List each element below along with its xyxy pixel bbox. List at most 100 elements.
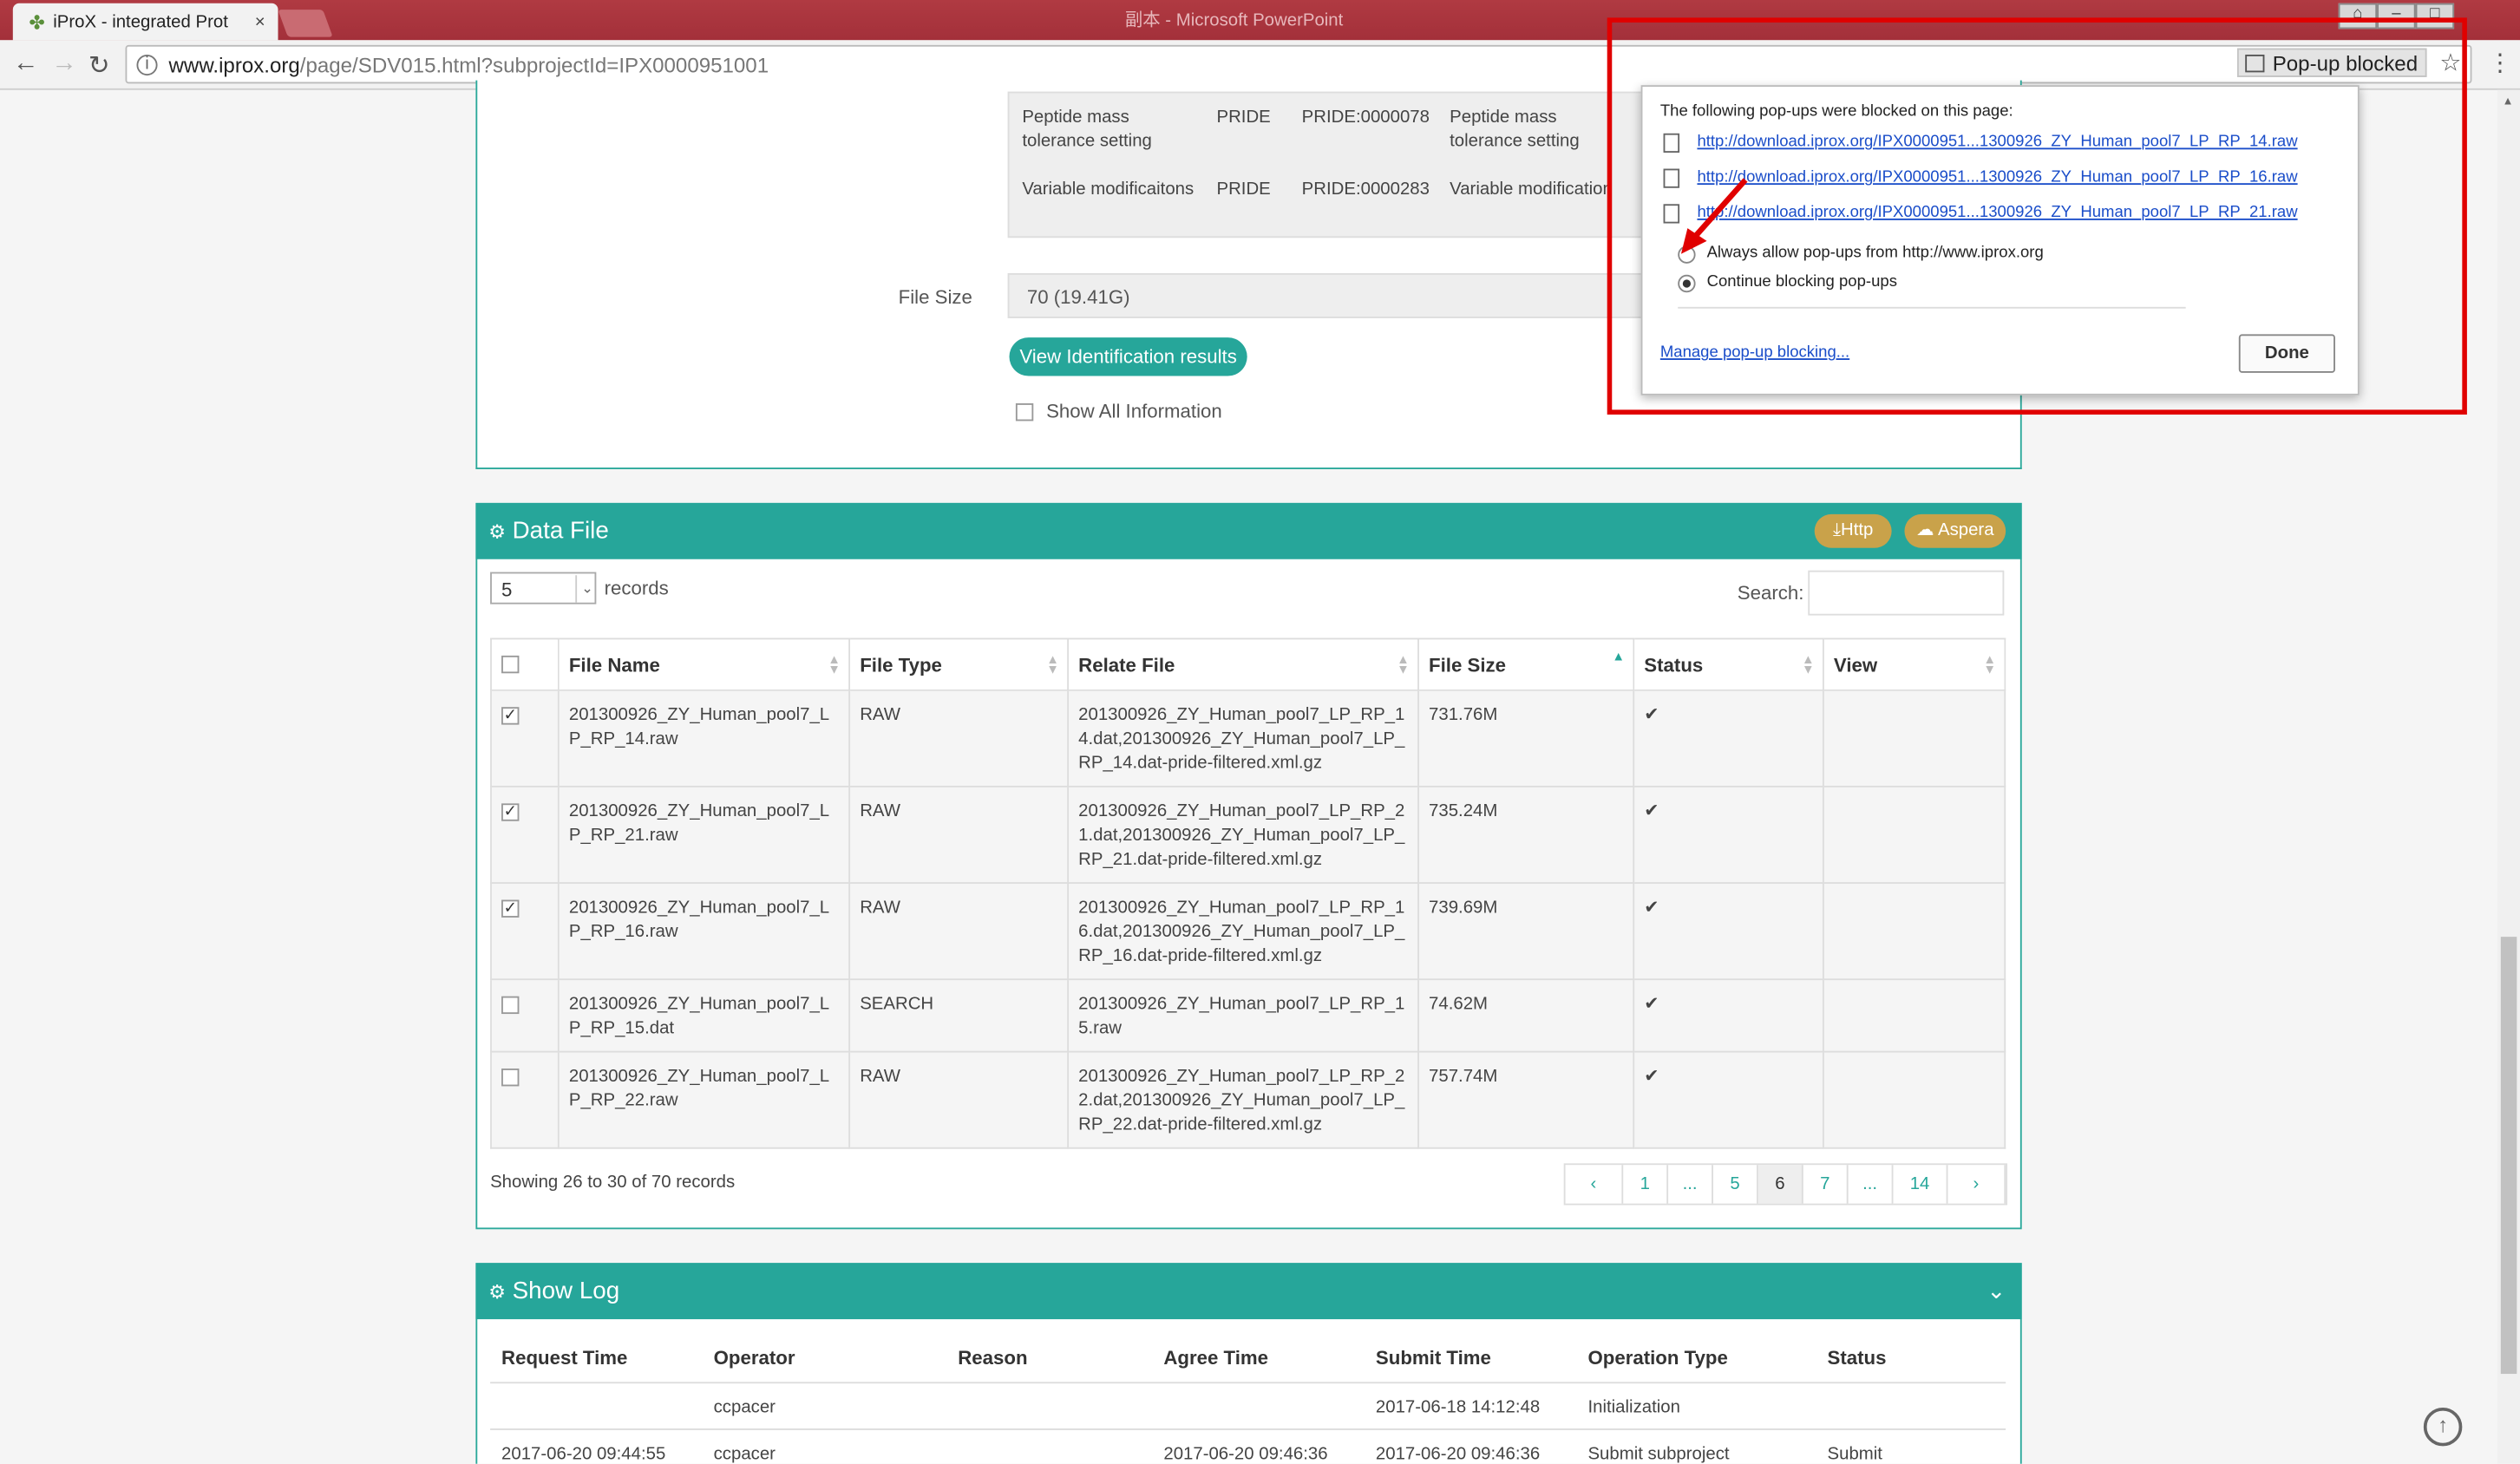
col-file-size[interactable]: File Size ▲ (1417, 637, 1635, 691)
page-link[interactable]: 14 (1893, 1165, 1948, 1204)
table-row[interactable]: ✓ 201300926_ZY_Human_pool7_L P_RP_21.raw RA… (490, 785, 2006, 884)
col-status[interactable]: Status ▲ ▼ (1633, 637, 1824, 691)
file-type-cell: RAW (848, 882, 1070, 981)
table-row[interactable]: 201300926_ZY_Human_pool7_L P_RP_22.raw RAW… (490, 1050, 2006, 1149)
file-type-cell: RAW (848, 1050, 1070, 1149)
file-name-cell: 201300926_ZY_Human_pool7_L P_RP_14.raw (557, 689, 851, 788)
file-name-cell: 201300926_ZY_Human_pool7_L P_RP_22.raw (557, 1050, 851, 1149)
view-identification-button[interactable]: View Identification results (1009, 337, 1247, 376)
param-accession: PRIDE:0000078 (1301, 108, 1430, 127)
row-checkbox[interactable]: ✓ (501, 899, 520, 918)
col-status-label: Status (1644, 653, 1704, 676)
param-name: Peptide mass tolerance setting (1022, 108, 1152, 152)
http-label: Http (1840, 520, 1874, 540)
table-row[interactable]: 201300926_ZY_Human_pool7_L P_RP_15.dat SEA… (490, 978, 2006, 1053)
log-cell: 2017-06-20 09:46:36 (1163, 1444, 1328, 1464)
row-checkbox[interactable] (501, 1069, 520, 1087)
search-input[interactable] (1808, 570, 2005, 616)
log-column-header: Operator (713, 1346, 795, 1369)
aspera-download-button[interactable]: ☁ Aspera (1904, 513, 2006, 548)
gears-icon: ⚙ (488, 520, 507, 543)
log-cell: Initialization (1587, 1397, 1680, 1418)
log-column-header: Request Time (501, 1346, 628, 1369)
data-file-table: File Name ▲ ▼ File Type ▲ ▼ Relate File ▲ ▼ Fi… (490, 637, 2006, 1149)
url-host: www.iprox.org (168, 52, 300, 77)
tab-close-icon[interactable]: × (255, 12, 265, 31)
table-row[interactable]: ✓ 201300926_ZY_Human_pool7_L P_RP_14.raw RA… (490, 689, 2006, 788)
select-all-checkbox[interactable] (501, 655, 520, 674)
scrollbar-thumb[interactable] (2500, 937, 2517, 1375)
page-next[interactable]: › (1947, 1165, 2006, 1204)
view-cell (1822, 978, 2006, 1053)
col-file-size-label: File Size (1429, 653, 1507, 676)
background-window-title: 副本 - Microsoft PowerPoint (1124, 10, 1344, 31)
show-all-label: Show All Information (1046, 400, 1222, 423)
log-column-header: Operation Type (1587, 1346, 1728, 1369)
file-name-cell: 201300926_ZY_Human_pool7_L P_RP_21.raw (557, 785, 851, 884)
scroll-up-icon[interactable]: ▲ (2503, 96, 2514, 108)
pagination: ‹ 1... 5 6 7... 14 › (1563, 1163, 2008, 1206)
row-checkbox[interactable]: ✓ (501, 707, 520, 725)
divider (490, 1382, 2006, 1384)
site-info-icon[interactable]: i (136, 54, 158, 75)
tab-title: iProX - integrated Prot (53, 11, 228, 32)
table-row[interactable]: ✓ 201300926_ZY_Human_pool7_L P_RP_16.raw RA… (490, 882, 2006, 981)
relate-file-cell: 201300926_ZY_Human_pool7_LP_RP_2 2.dat,20… (1067, 1050, 1419, 1149)
log-cell: 2017-06-20 09:46:36 (1375, 1444, 1541, 1464)
sort-icon: ▲ ▼ (1983, 652, 1997, 676)
show-all-checkbox[interactable] (1015, 403, 1034, 422)
status-check-icon: ✔ (1633, 1050, 1824, 1149)
forward-icon[interactable]: → (51, 49, 77, 78)
file-name-cell: 201300926_ZY_Human_pool7_L P_RP_15.dat (557, 978, 851, 1053)
log-cell: 2017-06-20 09:44:55 (501, 1444, 666, 1464)
col-relate-file[interactable]: Relate File ▲ ▼ (1067, 637, 1419, 691)
scroll-to-top-icon[interactable]: ↑ (2423, 1407, 2463, 1447)
file-type-cell: SEARCH (848, 978, 1070, 1053)
show-log-title: Show Log (512, 1277, 620, 1305)
param-value: Peptide mass tolerance setting (1450, 108, 1580, 152)
col-view[interactable]: View ▲ ▼ (1822, 637, 2006, 691)
log-cell: ccpacer (713, 1444, 776, 1464)
col-file-name-label: File Name (568, 653, 660, 676)
back-icon[interactable]: ← (13, 49, 39, 78)
browser-tab[interactable]: ✤ iProX - integrated Prot × (12, 3, 278, 41)
log-cell: ccpacer (713, 1397, 776, 1418)
status-check-icon: ✔ (1633, 785, 1824, 884)
param-name: Variable modificaitons (1022, 180, 1195, 199)
page-link[interactable]: 5 (1713, 1165, 1758, 1204)
show-log-header[interactable]: ⚙ Show Log ⌄ (475, 1263, 2022, 1320)
view-cell (1822, 882, 2006, 981)
gears-icon: ⚙ (488, 1279, 507, 1303)
row-checkbox[interactable] (501, 996, 520, 1015)
row-checkbox-cell (490, 978, 560, 1053)
col-file-name[interactable]: File Name ▲ ▼ (557, 637, 851, 691)
sort-icon: ▲ ▼ (828, 652, 841, 676)
log-cell: Submit subproject (1587, 1444, 1730, 1464)
cloud-icon: ☁ (1916, 520, 1934, 540)
page-link[interactable]: 7 (1803, 1165, 1849, 1204)
file-size-cell: 739.69M (1417, 882, 1635, 981)
http-download-button[interactable]: ⤓Http (1814, 513, 1892, 548)
log-column-header: Submit Time (1375, 1346, 1491, 1369)
log-column-header: Reason (958, 1346, 1028, 1369)
reload-icon[interactable]: ↻ (88, 49, 110, 82)
row-checkbox[interactable]: ✓ (501, 803, 520, 821)
page-link[interactable]: 1 (1623, 1165, 1669, 1204)
page-link: ... (1668, 1165, 1713, 1204)
col-file-type[interactable]: File Type ▲ ▼ (848, 637, 1070, 691)
records-label: records (604, 577, 669, 600)
chevron-down-icon[interactable]: ⌄ (1987, 1278, 2006, 1304)
sort-icon: ▲ ▼ (1046, 652, 1059, 676)
param-accession: PRIDE:0000283 (1301, 180, 1430, 199)
page-link[interactable]: 6 (1757, 1165, 1803, 1204)
sort-icon: ▲ ▼ (1397, 652, 1410, 676)
param-db: PRIDE (1216, 180, 1271, 199)
page-prev[interactable]: ‹ (1566, 1165, 1624, 1204)
menu-icon[interactable]: ⋮ (2488, 49, 2512, 76)
search-label: Search: (1737, 581, 1804, 605)
records-select[interactable]: 5 ⌄ (490, 572, 597, 605)
new-tab-button[interactable] (278, 10, 333, 37)
status-check-icon: ✔ (1633, 882, 1824, 981)
url-path: /page/SDV015.html?subprojectId=IPX000095… (299, 52, 769, 77)
view-cell (1822, 689, 2006, 788)
